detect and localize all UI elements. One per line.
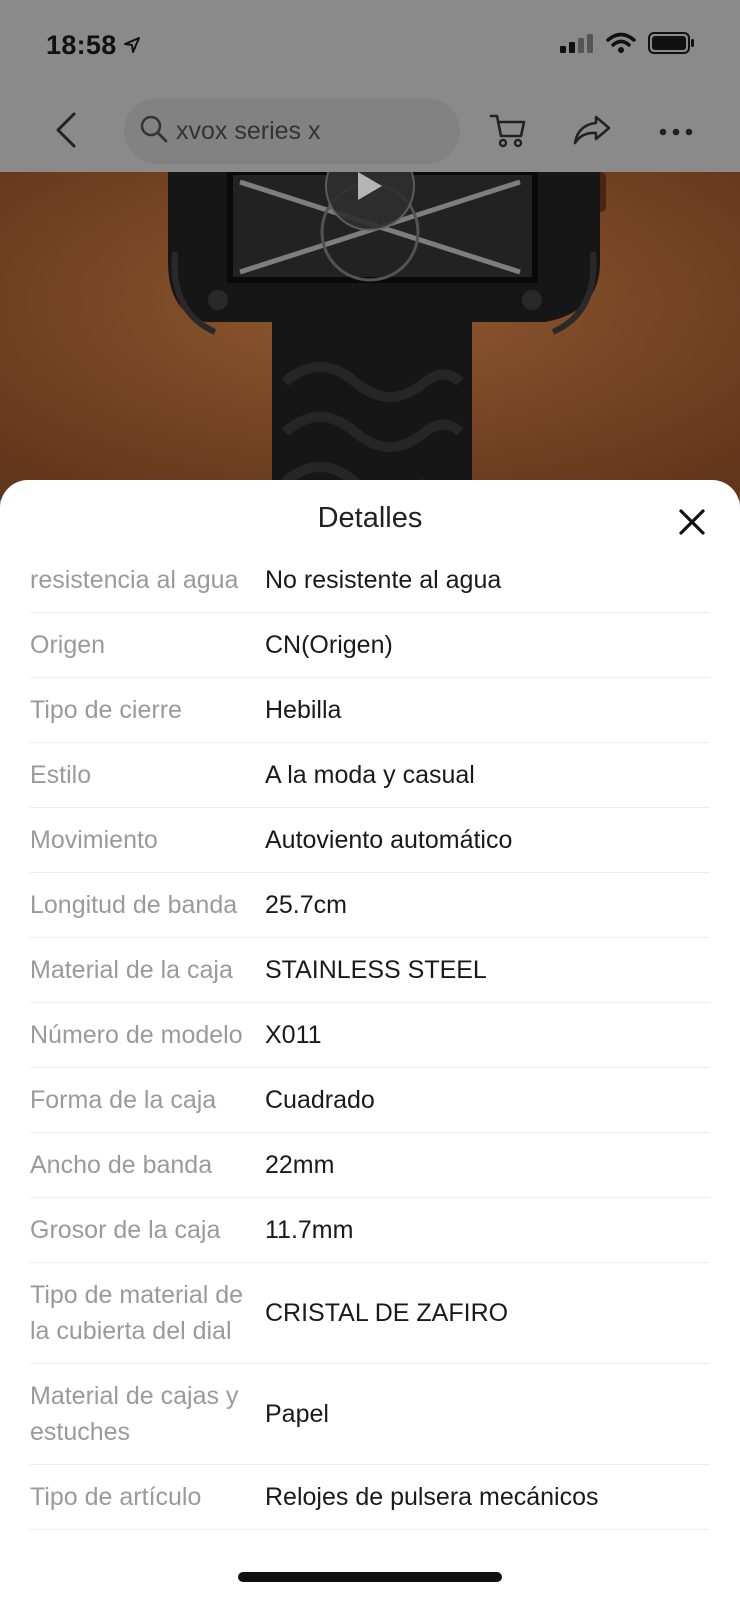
detail-value: 25.7cm — [265, 891, 347, 919]
detail-label: Grosor de la caja — [30, 1216, 221, 1244]
home-indicator[interactable] — [238, 1572, 502, 1582]
detail-row: Forma de la caja Cuadrado — [30, 1068, 710, 1133]
detail-value: Papel — [265, 1400, 329, 1428]
product-image[interactable] — [0, 141, 740, 500]
detail-value: STAINLESS STEEL — [265, 956, 487, 984]
detail-row: Tipo de material de la cubierta del dial… — [30, 1263, 710, 1364]
detail-label: Material de la caja — [30, 956, 233, 984]
location-arrow-icon — [123, 30, 141, 61]
detail-row: Material de la caja STAINLESS STEEL — [30, 938, 710, 1003]
detail-label: Tipo de cierre — [30, 696, 182, 724]
wifi-icon — [606, 32, 636, 59]
detail-label: Origen — [30, 631, 106, 659]
detail-label: Estilo — [30, 761, 92, 789]
back-button[interactable] — [48, 110, 84, 154]
detail-value: No resistente al agua — [265, 566, 502, 594]
detail-row: Material de cajas y estuches Papel — [30, 1364, 710, 1465]
detail-row: Tipo de cierre Hebilla — [30, 678, 710, 743]
detail-value: CRISTAL DE ZAFIRO — [265, 1299, 509, 1327]
cart-icon — [489, 112, 527, 153]
chevron-left-icon — [54, 111, 78, 154]
detail-value: Cuadrado — [265, 1086, 375, 1114]
status-time: 18:58 — [46, 30, 141, 61]
detail-row: Número de modelo X011 — [30, 1003, 710, 1068]
detail-label: resistencia al agua — [30, 566, 239, 594]
cart-button[interactable] — [486, 110, 530, 154]
signal-icon — [560, 33, 594, 58]
detail-value: A la moda y casual — [265, 761, 475, 789]
detail-label: Ancho de banda — [30, 1151, 213, 1179]
detail-value: X011 — [265, 1021, 322, 1049]
details-sheet: Detalles resistencia al agua No resisten… — [0, 480, 740, 1600]
detail-value: CN(Origen) — [265, 631, 393, 659]
detail-row: Estilo A la moda y casual — [30, 743, 710, 808]
detail-value: 11.7mm — [265, 1216, 354, 1244]
detail-row: Grosor de la caja 11.7mm — [30, 1198, 710, 1263]
search-header: xvox series x — [0, 96, 740, 168]
battery-icon — [648, 31, 696, 60]
detail-label: Longitud de banda — [30, 891, 238, 919]
details-list: resistencia al agua No resistente al agu… — [30, 548, 710, 1530]
search-input[interactable]: xvox series x — [124, 98, 460, 164]
detail-row: resistencia al agua No resistente al agu… — [30, 548, 710, 613]
more-icon — [659, 123, 693, 141]
search-query: xvox series x — [176, 116, 321, 145]
detail-label: Tipo de artículo — [30, 1483, 202, 1511]
share-icon — [572, 114, 612, 151]
detail-label: Forma de la caja — [30, 1086, 217, 1114]
status-indicators — [560, 31, 696, 60]
detail-row: Tipo de artículo Relojes de pulsera mecá… — [30, 1465, 710, 1530]
detail-label: Número de modelo — [30, 1021, 243, 1049]
detail-label: Material de cajas y estuches — [30, 1382, 239, 1446]
sheet-title: Detalles — [317, 502, 423, 534]
detail-row: Origen CN(Origen) — [30, 613, 710, 678]
status-bar: 18:58 — [0, 0, 740, 90]
share-button[interactable] — [570, 110, 614, 154]
detail-row: Ancho de banda 22mm — [30, 1133, 710, 1198]
close-button[interactable] — [670, 502, 714, 546]
detail-value: Relojes de pulsera mecánicos — [265, 1483, 599, 1511]
detail-row: Movimiento Autoviento automático — [30, 808, 710, 873]
detail-row: Longitud de banda 25.7cm — [30, 873, 710, 938]
detail-label: Tipo de material de la cubierta del dial — [30, 1281, 244, 1345]
time-text: 18:58 — [46, 29, 117, 60]
detail-value: Hebilla — [265, 696, 342, 724]
detail-value: Autoviento automático — [265, 826, 513, 854]
detail-label: Movimiento — [30, 826, 158, 854]
search-icon — [140, 115, 168, 148]
detail-value: 22mm — [265, 1151, 335, 1179]
more-button[interactable] — [654, 110, 698, 154]
close-icon — [678, 508, 706, 541]
product-page-backdrop: 18:58 xvox series x — [0, 0, 740, 500]
